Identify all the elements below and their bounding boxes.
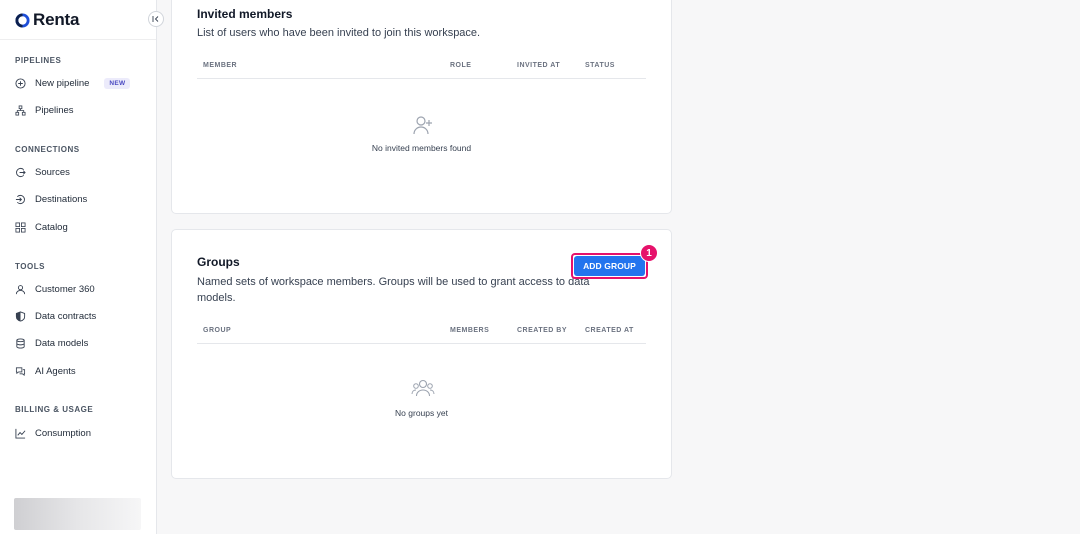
nav-catalog[interactable]: Catalog xyxy=(15,217,145,237)
source-icon xyxy=(16,167,26,177)
nav-destinations[interactable]: Destinations xyxy=(15,189,145,209)
grid-icon xyxy=(15,222,26,232)
pipelines-icon xyxy=(15,105,26,115)
section-billing: BILLING & USAGE xyxy=(15,405,94,414)
nav-label: New pipeline xyxy=(35,77,90,89)
section-connections: CONNECTIONS xyxy=(15,145,80,154)
table-header-divider xyxy=(197,343,646,344)
add-group-button[interactable]: ADD GROUP xyxy=(574,256,645,276)
users-icon xyxy=(411,379,435,397)
destination-icon xyxy=(15,194,25,204)
nav-label: Consumption xyxy=(35,427,91,439)
nav-data-models[interactable]: Data models xyxy=(15,333,145,353)
database-icon xyxy=(16,337,25,349)
nav-consumption[interactable]: Consumption xyxy=(15,423,145,443)
nav-data-contracts[interactable]: Data contracts xyxy=(15,306,145,326)
sidebar: Renta PIPELINES New pipeline NEW Pipelin… xyxy=(0,0,157,534)
groups-description-line1: Named sets of workspace members. Groups … xyxy=(197,276,590,288)
column-header-created-by[interactable]: CREATED BY xyxy=(517,327,567,334)
column-header-created-at[interactable]: CREATED AT xyxy=(585,327,634,334)
chat-icon xyxy=(15,366,26,376)
nav-label: Data contracts xyxy=(35,310,97,322)
nav-new-pipeline[interactable]: New pipeline NEW xyxy=(15,73,145,93)
user-plus-icon xyxy=(413,116,432,135)
brand-logo[interactable]: Renta xyxy=(15,10,79,30)
nav-ai-agents[interactable]: AI Agents xyxy=(15,361,145,381)
nav-label: Sources xyxy=(35,166,70,178)
shield-icon xyxy=(15,310,26,322)
step-marker-badge: 1 xyxy=(640,244,658,262)
invited-members-description: List of users who have been invited to j… xyxy=(197,27,481,39)
invited-empty-state-text: No invited members found xyxy=(371,143,472,153)
collapse-left-icon xyxy=(152,16,159,22)
nav-label: Data models xyxy=(35,337,89,349)
nav-pipelines[interactable]: Pipelines xyxy=(15,100,145,120)
divider xyxy=(0,39,156,40)
nav-label: Catalog xyxy=(35,221,68,233)
column-header-member[interactable]: MEMBER xyxy=(203,62,237,69)
nav-label: Customer 360 xyxy=(35,283,95,295)
nav-label: AI Agents xyxy=(35,365,76,377)
add-group-highlight: ADD GROUP xyxy=(571,253,648,279)
brand-name: Renta xyxy=(33,10,80,29)
plus-circle-icon xyxy=(15,77,26,89)
section-tools: TOOLS xyxy=(15,262,45,271)
nav-label: Destinations xyxy=(35,193,88,205)
column-header-group[interactable]: GROUP xyxy=(203,327,231,334)
renta-logo-icon xyxy=(15,12,30,28)
new-badge: NEW xyxy=(104,77,131,89)
groups-description-line2: models. xyxy=(197,292,236,304)
nav-label: Pipelines xyxy=(35,104,74,116)
section-pipelines: PIPELINES xyxy=(15,56,62,65)
user-profile-block[interactable] xyxy=(14,498,141,530)
nav-sources[interactable]: Sources xyxy=(15,162,145,182)
chart-icon xyxy=(15,428,26,439)
invited-members-title: Invited members xyxy=(197,7,293,21)
user-icon xyxy=(15,284,26,294)
table-header-divider xyxy=(197,78,646,79)
column-header-role[interactable]: ROLE xyxy=(450,62,471,69)
collapse-sidebar-button[interactable] xyxy=(148,11,164,27)
column-header-members[interactable]: MEMBERS xyxy=(450,327,489,334)
nav-customer-360[interactable]: Customer 360 xyxy=(15,279,145,299)
invited-members-card: Invited members List of users who have b… xyxy=(171,0,672,214)
groups-empty-state-text: No groups yet xyxy=(395,408,448,418)
groups-title: Groups xyxy=(197,255,240,269)
column-header-invited-at[interactable]: INVITED AT xyxy=(517,62,560,69)
column-header-status[interactable]: STATUS xyxy=(585,62,615,69)
